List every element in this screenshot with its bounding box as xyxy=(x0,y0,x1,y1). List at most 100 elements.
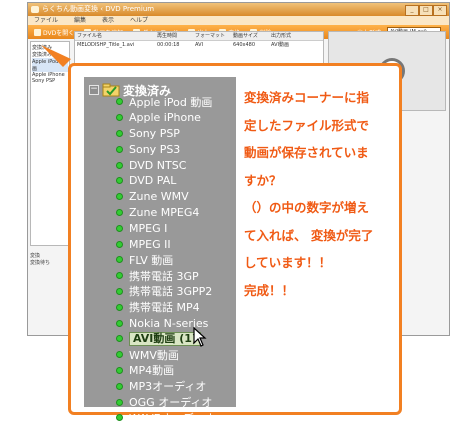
table-cell: 640x480 xyxy=(233,42,256,48)
format-item[interactable]: MPEG I xyxy=(116,220,234,236)
format-item-label: 携帯電話 3GPP2 xyxy=(129,285,213,299)
maximize-button[interactable]: □ xyxy=(419,5,433,16)
format-item[interactable]: MP3オーディオ xyxy=(116,378,234,394)
format-item-label: WMV動画 xyxy=(129,348,179,362)
menu-bar: ファイル 編集 表示 ヘルプ xyxy=(28,16,449,25)
format-item-label: Zune WMV xyxy=(129,190,189,204)
format-item-label: Zune MPEG4 xyxy=(129,205,200,219)
format-item-label: 携帯電話 3GP xyxy=(129,269,199,283)
green-status-dot-icon xyxy=(116,256,123,264)
table-cell: AVI動画 xyxy=(271,42,289,48)
format-item-label: OGG オーディオ xyxy=(129,396,213,410)
status-label: 変換 xyxy=(30,253,41,259)
format-item-label: MP4動画 xyxy=(129,364,175,378)
green-status-dot-icon xyxy=(116,193,123,201)
format-item[interactable]: WMV動画 xyxy=(116,347,234,363)
green-status-dot-icon xyxy=(116,382,123,390)
green-status-dot-icon xyxy=(116,287,123,295)
status-label: 変換待ち xyxy=(30,260,51,266)
menu-edit[interactable]: 編集 xyxy=(74,16,86,25)
open-dvd-label: DVDを開く xyxy=(43,29,75,37)
green-status-dot-icon xyxy=(116,303,123,311)
green-status-dot-icon xyxy=(116,208,123,216)
format-item-label: FLV 動画 xyxy=(129,253,174,267)
collapse-toggle-icon[interactable]: − xyxy=(89,85,99,95)
green-status-dot-icon xyxy=(116,351,123,359)
close-button[interactable]: × xyxy=(433,5,447,16)
green-status-dot-icon xyxy=(116,335,123,343)
green-status-dot-icon xyxy=(116,145,123,153)
format-item[interactable]: FLV 動画 xyxy=(116,252,234,268)
green-status-dot-icon xyxy=(116,366,123,374)
format-item-label: MP3オーディオ xyxy=(129,380,207,394)
format-item-label: DVD NTSC xyxy=(129,158,187,172)
format-item[interactable]: Apple iPhone xyxy=(116,110,234,126)
menu-view[interactable]: 表示 xyxy=(102,16,114,25)
format-item[interactable]: Zune WMV xyxy=(116,189,234,205)
message-line: すか？ xyxy=(244,172,282,188)
source-tree-pane: 変換済み 変換済み Apple iPod 動画 Apple iPhone Son… xyxy=(30,41,70,246)
menu-help[interactable]: ヘルプ xyxy=(130,16,148,25)
format-item[interactable]: DVD PAL xyxy=(116,173,234,189)
callout-pointer xyxy=(41,45,71,67)
green-status-dot-icon xyxy=(116,240,123,248)
format-item[interactable]: 携帯電話 MP4 xyxy=(116,299,234,315)
app-logo-icon xyxy=(31,6,39,13)
message-line: 定したファイル形式で xyxy=(244,117,370,133)
column-header[interactable]: 出力形式 xyxy=(271,32,311,40)
tree-pane-item[interactable]: Sony PSP xyxy=(32,78,68,84)
green-status-dot-icon xyxy=(116,98,123,106)
format-item-label: Sony PS3 xyxy=(129,142,181,156)
format-item-label: Sony PSP xyxy=(129,126,180,140)
column-header[interactable]: 再生時間 xyxy=(157,32,195,40)
format-item[interactable]: OGG オーディオ xyxy=(116,394,234,410)
format-item[interactable]: Sony PS3 xyxy=(116,141,234,157)
format-item-label: 携帯電話 MP4 xyxy=(129,301,200,315)
callout-message: 変換済みコーナーに指 定したファイル形式で 動画が保存されていま すか？ （）の… xyxy=(244,84,399,304)
format-item[interactable]: Zune MPEG4 xyxy=(116,205,234,221)
format-item-label: MPEG II xyxy=(129,237,171,251)
format-item-label: Apple iPod 動画 xyxy=(129,95,213,109)
format-item-selected[interactable]: AVI動画 (1) xyxy=(116,331,234,347)
format-item[interactable]: 携帯電話 3GPP2 xyxy=(116,284,234,300)
mouse-cursor-icon xyxy=(193,327,207,347)
message-line: 完成！！ xyxy=(244,282,295,298)
green-status-dot-icon xyxy=(116,161,123,169)
format-item[interactable]: Apple iPod 動画 xyxy=(116,94,234,110)
format-item[interactable]: 携帯電話 3GP xyxy=(116,268,234,284)
format-item-label: Apple iPhone xyxy=(129,111,201,125)
message-line: しています！！ xyxy=(244,255,332,270)
table-header: ファイル名 再生時間 フォーマット 動画サイズ 出力形式 xyxy=(75,32,323,41)
format-item[interactable]: DVD NTSC xyxy=(116,157,234,173)
converted-tree-panel: − 変換済み Apple iPod 動画 Apple iPhone Sony PSP… xyxy=(84,77,236,425)
title-bar: らくちん動画変換 ‹ DVD Premium _ □ × xyxy=(28,3,449,16)
message-line: 動画が保存されていま xyxy=(244,145,369,160)
table-cell: MELODISHP_Title_1.avi xyxy=(77,42,135,48)
message-line: て入れば、 変換が完了 xyxy=(244,227,374,243)
column-header[interactable]: 動画サイズ xyxy=(233,32,271,40)
green-status-dot-icon xyxy=(116,319,123,327)
minimize-button[interactable]: _ xyxy=(405,5,419,16)
format-item-label: MPEG I xyxy=(129,221,168,235)
table-cell: AVI xyxy=(195,42,203,48)
window-title: らくちん動画変換 ‹ DVD Premium xyxy=(42,5,155,13)
format-item[interactable]: MP4動画 xyxy=(116,363,234,379)
format-list: Apple iPod 動画 Apple iPhone Sony PSP Sony PS… xyxy=(116,94,234,426)
column-header[interactable]: フォーマット xyxy=(195,32,233,40)
open-dvd-button[interactable]: DVDを開く xyxy=(34,28,74,37)
format-item[interactable]: MPEG II xyxy=(116,236,234,252)
green-status-dot-icon xyxy=(116,272,123,280)
column-header[interactable]: ファイル名 xyxy=(75,32,157,40)
message-line: （）の中の数字が増え xyxy=(244,200,370,215)
table-row[interactable]: MELODISHP_Title_1.avi 00:00:18 AVI 640x4… xyxy=(75,41,323,49)
green-status-dot-icon xyxy=(116,398,123,406)
menu-file[interactable]: ファイル xyxy=(34,16,58,25)
format-item[interactable]: Sony PSP xyxy=(116,126,234,142)
format-item-label: AVI動画 (1) xyxy=(129,331,201,346)
table-cell: 00:00:18 xyxy=(157,42,180,48)
green-status-dot-icon xyxy=(116,129,123,137)
green-status-dot-icon xyxy=(116,114,123,122)
dvd-icon xyxy=(34,28,41,36)
message-line: 変換済みコーナーに指 xyxy=(244,90,370,105)
format-item[interactable]: Nokia N-series xyxy=(116,315,234,331)
